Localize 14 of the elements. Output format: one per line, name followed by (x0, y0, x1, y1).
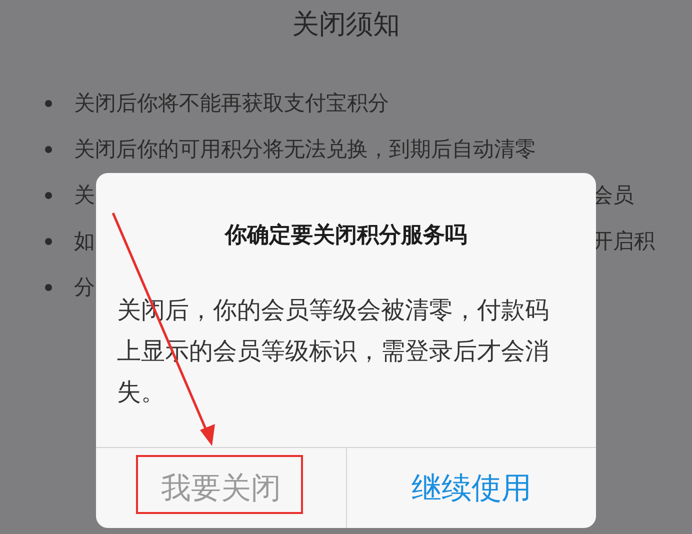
notice-text: 关 (74, 182, 95, 209)
notice-text: 如 (74, 228, 95, 255)
bullet-icon (45, 100, 52, 106)
notice-text: 关闭后你的可用积分将无法兑换，到期后自动清零 (74, 136, 536, 163)
bullet-icon (45, 284, 52, 290)
notice-text: 关闭后你将不能再获取支付宝积分 (74, 90, 389, 117)
bullet-icon (45, 192, 52, 198)
notice-text: 分 (74, 274, 95, 301)
close-button[interactable]: 我要关闭 (160, 468, 281, 508)
page-title: 关闭须知 (291, 8, 401, 42)
bullet-icon (45, 146, 52, 152)
bullet-icon (45, 238, 52, 244)
dialog-title: 你确定要关闭积分服务吗 (223, 222, 468, 250)
continue-button[interactable]: 继续使用 (411, 468, 532, 508)
